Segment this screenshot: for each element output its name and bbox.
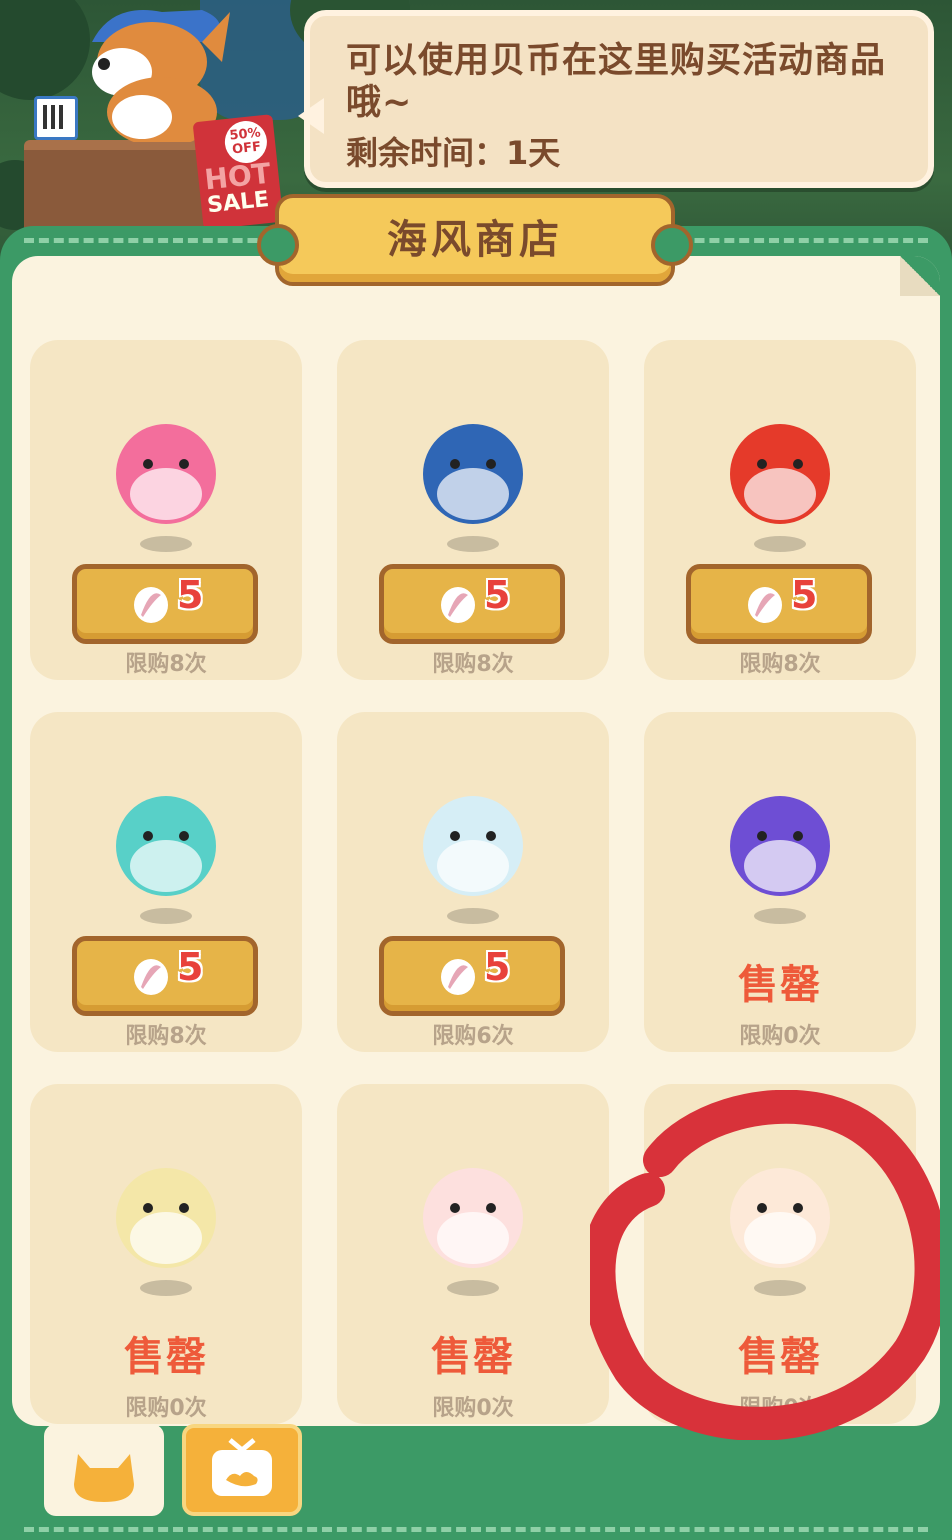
item-shadow: [754, 1280, 806, 1296]
purchase-limit: 限购8次: [739, 652, 821, 677]
tv-icon: [212, 1438, 272, 1496]
item-grid: 5 限购8次 5 限购8次 5 限购8次 5 限购8次 5 限购6次 售罄 限购0次 售罄 限购0次 售罄限…: [30, 340, 920, 1424]
shell-coin-icon: [441, 959, 475, 995]
item-shadow: [754, 908, 806, 924]
item-shadow: [447, 1280, 499, 1296]
price-value: 5: [484, 945, 511, 989]
item-card-crane[interactable]: 售罄限购0次: [337, 1084, 609, 1424]
speech-bubble: 可以使用贝币在这里购买活动商品哦~ 剩余时间：1天: [298, 10, 934, 188]
purchase-limit: 限购6次: [432, 1024, 514, 1049]
bubble-message: 可以使用贝币在这里购买活动商品哦~: [346, 41, 887, 123]
cat-icon: [74, 1454, 134, 1502]
shell-coin-icon: [134, 959, 168, 995]
crane-icon: [423, 1168, 523, 1268]
shell-coin-icon: [441, 587, 475, 623]
item-shadow: [140, 908, 192, 924]
item-card-pink-fox[interactable]: 5 限购8次: [30, 340, 302, 680]
buy-button[interactable]: 5: [72, 564, 258, 644]
item-shadow: [140, 536, 192, 552]
sale-text: SALE: [206, 186, 271, 219]
remaining-time: 剩余时间：1天: [346, 134, 561, 172]
panda-ball-icon: [423, 796, 523, 896]
mouse-icon: [116, 1168, 216, 1268]
purchase-limit: 限购8次: [125, 652, 207, 677]
shop-title-banner: 海风商店: [257, 194, 693, 286]
item-shadow: [447, 908, 499, 924]
buy-button[interactable]: 5: [379, 564, 565, 644]
tab-pets[interactable]: [44, 1424, 164, 1516]
hot-sale-sign: 50% OFF HOT SALE: [192, 114, 284, 230]
sold-out-label: 售罄: [738, 962, 822, 1008]
shell-coin-icon: [134, 587, 168, 623]
sheep-icon: [730, 1168, 830, 1268]
sold-out-label: 售罄: [431, 1334, 515, 1380]
red-bird-icon: [730, 424, 830, 524]
off-text: OFF: [231, 139, 262, 158]
sold-out-label: 售罄: [738, 1334, 822, 1380]
pink-fox-icon: [116, 424, 216, 524]
purchase-limit: 限购8次: [125, 1024, 207, 1049]
blue-pangolin-icon: [423, 424, 523, 524]
panel-stitch-bottom: [24, 1527, 928, 1532]
buy-button[interactable]: 5: [379, 936, 565, 1016]
buy-button[interactable]: 5: [72, 936, 258, 1016]
qr-code-icon: [34, 96, 78, 140]
item-shadow: [140, 1280, 192, 1296]
purchase-limit: 限购0次: [432, 1396, 514, 1421]
item-card-jellyfish[interactable]: 5 限购8次: [30, 712, 302, 1052]
shop-title: 海风商店: [387, 217, 563, 263]
item-card-sheep[interactable]: 售罄限购0次: [644, 1084, 916, 1424]
item-shadow: [447, 536, 499, 552]
price-value: 5: [484, 573, 511, 617]
purchase-limit: 限购0次: [125, 1396, 207, 1421]
purchase-limit: 限购8次: [432, 652, 514, 677]
item-card-panda-ball[interactable]: 5 限购6次: [337, 712, 609, 1052]
jellyfish-icon: [116, 796, 216, 896]
item-card-blue-pangolin[interactable]: 5 限购8次: [337, 340, 609, 680]
sold-out-label: 售罄: [124, 1334, 208, 1380]
item-card-purple-cat[interactable]: 售罄限购0次: [644, 712, 916, 1052]
price-value: 5: [177, 945, 204, 989]
shell-coin-icon: [748, 587, 782, 623]
tab-videos[interactable]: [182, 1424, 302, 1516]
item-shadow: [754, 536, 806, 552]
price-value: 5: [791, 573, 818, 617]
purchase-limit: 限购0次: [739, 1024, 821, 1049]
price-value: 5: [177, 573, 204, 617]
purchase-limit: 限购0次: [739, 1396, 821, 1421]
purple-cat-icon: [730, 796, 830, 896]
buy-button[interactable]: 5: [686, 564, 872, 644]
item-card-red-bird[interactable]: 5 限购8次: [644, 340, 916, 680]
item-card-mouse[interactable]: 售罄限购0次: [30, 1084, 302, 1424]
